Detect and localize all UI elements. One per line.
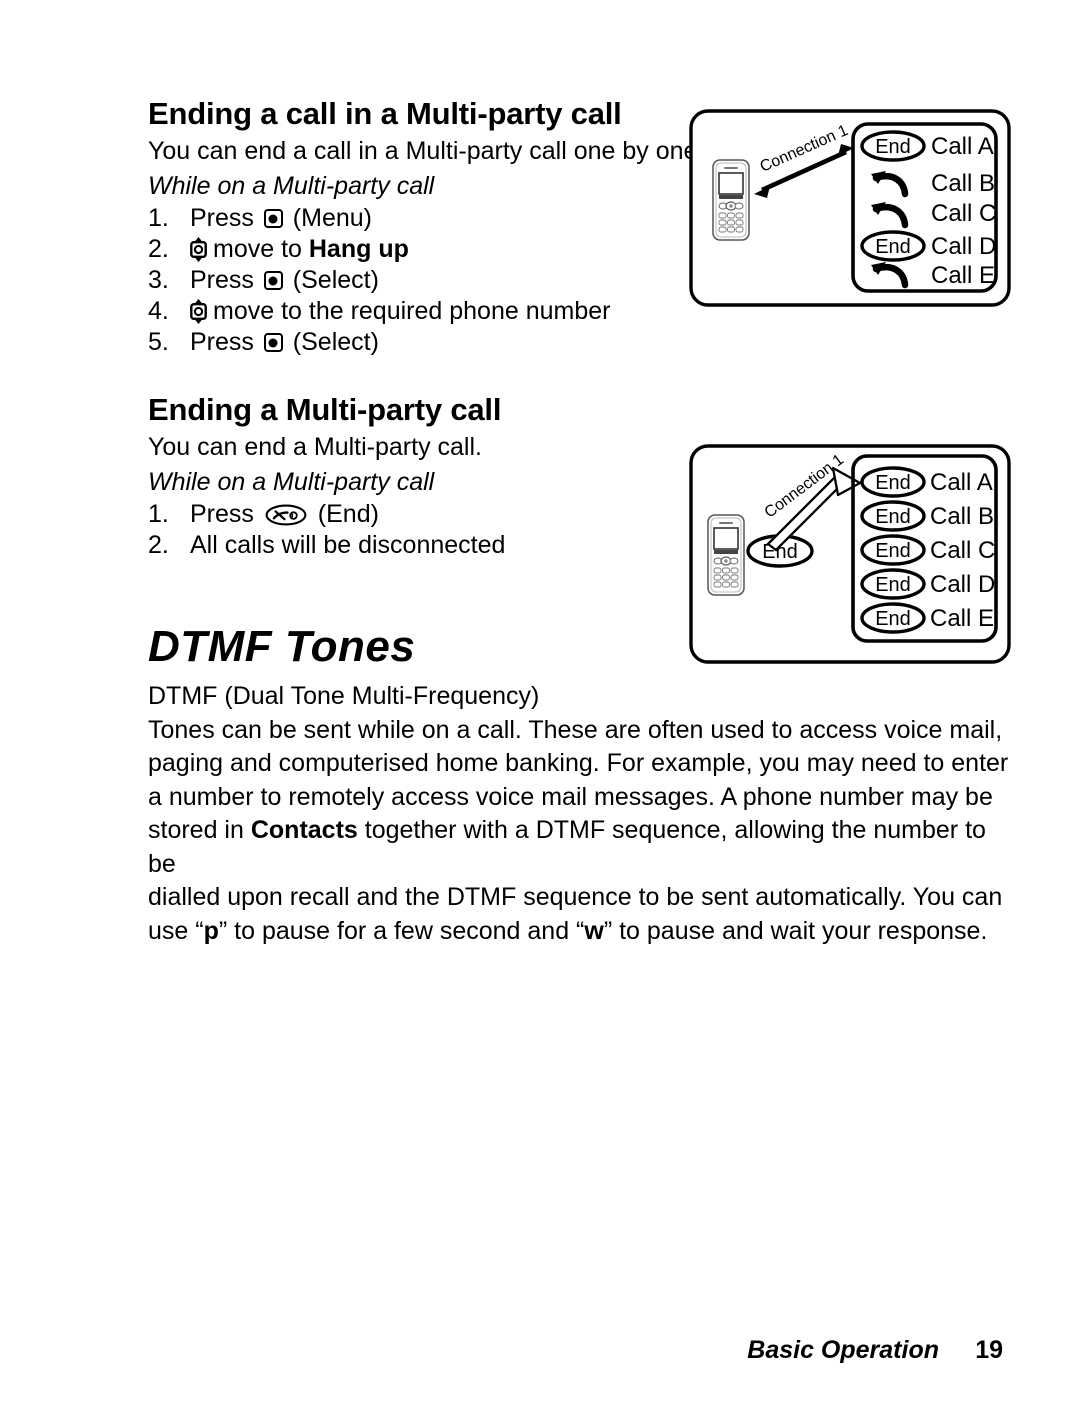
- end-marker-label: End: [875, 236, 911, 258]
- hang-up-emphasis: Hang up: [308, 235, 409, 264]
- call-label: Call B: [931, 170, 995, 197]
- list-item: 3. Press (Select): [148, 266, 379, 295]
- section-title-ending-multiparty: Ending a Multi-party call: [148, 392, 502, 428]
- dtmf-paragraph-line: dialled upon recall and the DTMF sequenc…: [148, 883, 1003, 911]
- list-item: 2. move to Hang up: [148, 234, 409, 265]
- step-text: Press (Select): [190, 328, 379, 357]
- list-item: 1. Press (End): [148, 500, 379, 529]
- section-condition: While on a Multi-party call: [148, 171, 435, 200]
- phone-icon: [712, 159, 750, 241]
- step-text: move to Hang up: [190, 234, 409, 265]
- list-item: 5. Press (Select): [148, 328, 379, 357]
- step-text: Press (End): [190, 500, 379, 529]
- call-label: Call C: [931, 200, 996, 227]
- dtmf-paragraph-line: use “p” to pause for a few second and “w…: [148, 916, 988, 945]
- list-item: 2. All calls will be disconnected: [148, 531, 506, 560]
- end-marker-label: End: [875, 472, 911, 494]
- ending-multiparty-diagram: End Connection 1 End Call A End Call B E…: [688, 443, 1012, 665]
- section-intro: You can end a Multi-party call.: [148, 433, 482, 462]
- steps-list-ending-multiparty: 1. Press (End) 2. All calls will be disc…: [148, 499, 708, 561]
- step-text: Press (Select): [190, 266, 379, 295]
- end-marker-label: End: [875, 136, 911, 158]
- dtmf-paragraph-line: Tones can be sent while on a call. These…: [148, 715, 1003, 744]
- end-marker-label: End: [875, 608, 911, 630]
- call-label: Call D: [930, 571, 995, 598]
- call-label: Call E: [931, 262, 995, 289]
- step-text: move to the required phone number: [190, 296, 610, 327]
- end-marker-label: End: [875, 540, 911, 562]
- list-item: 4. move to the required phone number: [148, 296, 611, 327]
- end-key-icon: [265, 503, 307, 526]
- dtmf-abbreviation-line: DTMF (Dual Tone Multi-Frequency): [148, 682, 540, 710]
- call-label: Call A: [930, 469, 993, 496]
- phone-icon: [707, 514, 745, 596]
- emphasis: Contacts: [250, 816, 358, 844]
- footer-page-number: 19: [975, 1336, 1003, 1364]
- step-text: Press (Menu): [190, 204, 372, 233]
- step-text: All calls will be disconnected: [190, 531, 506, 560]
- select-key-icon: [263, 209, 283, 229]
- emphasis: w: [584, 916, 604, 945]
- call-label: Call E: [930, 605, 994, 632]
- navigation-key-icon: [190, 237, 207, 263]
- dtmf-paragraph-line: a number to remotely access voice mail m…: [148, 782, 993, 811]
- footer-chapter-name: Basic Operation: [747, 1336, 939, 1364]
- emphasis: p: [203, 916, 219, 945]
- end-marker-label: End: [875, 574, 911, 596]
- call-label: Call C: [930, 537, 995, 564]
- list-item: 1. Press (Menu): [148, 204, 372, 233]
- chapter-title: DTMF Tones: [148, 622, 416, 671]
- select-key-icon: [263, 333, 283, 353]
- steps-list-ending-one-call: 1. Press (Menu) 2. move to Hang up 3. Pr…: [148, 203, 708, 358]
- section-intro: You can end a call in a Multi-party call…: [148, 137, 705, 166]
- select-key-icon: [263, 271, 283, 291]
- page-title: Ending a call in a Multi-party call: [148, 96, 622, 131]
- ending-one-call-diagram: Connection 1 End Call A Call B Call C En…: [688, 108, 1012, 308]
- dtmf-paragraph-line: stored in Contacts together with a DTMF …: [148, 816, 986, 878]
- text-column: Ending a call in a Multi-party call You …: [148, 96, 708, 561]
- section-condition: While on a Multi-party call: [148, 467, 435, 496]
- navigation-key-icon: [190, 299, 207, 325]
- dtmf-description-block: DTMF (Dual Tone Multi-Frequency) Tones c…: [148, 680, 1010, 948]
- call-label: Call D: [931, 233, 996, 260]
- dtmf-paragraph-line: paging and computerised home banking. Fo…: [148, 749, 1009, 777]
- end-marker-label: End: [875, 506, 911, 528]
- call-label: Call A: [931, 133, 994, 160]
- call-label: Call B: [930, 503, 994, 530]
